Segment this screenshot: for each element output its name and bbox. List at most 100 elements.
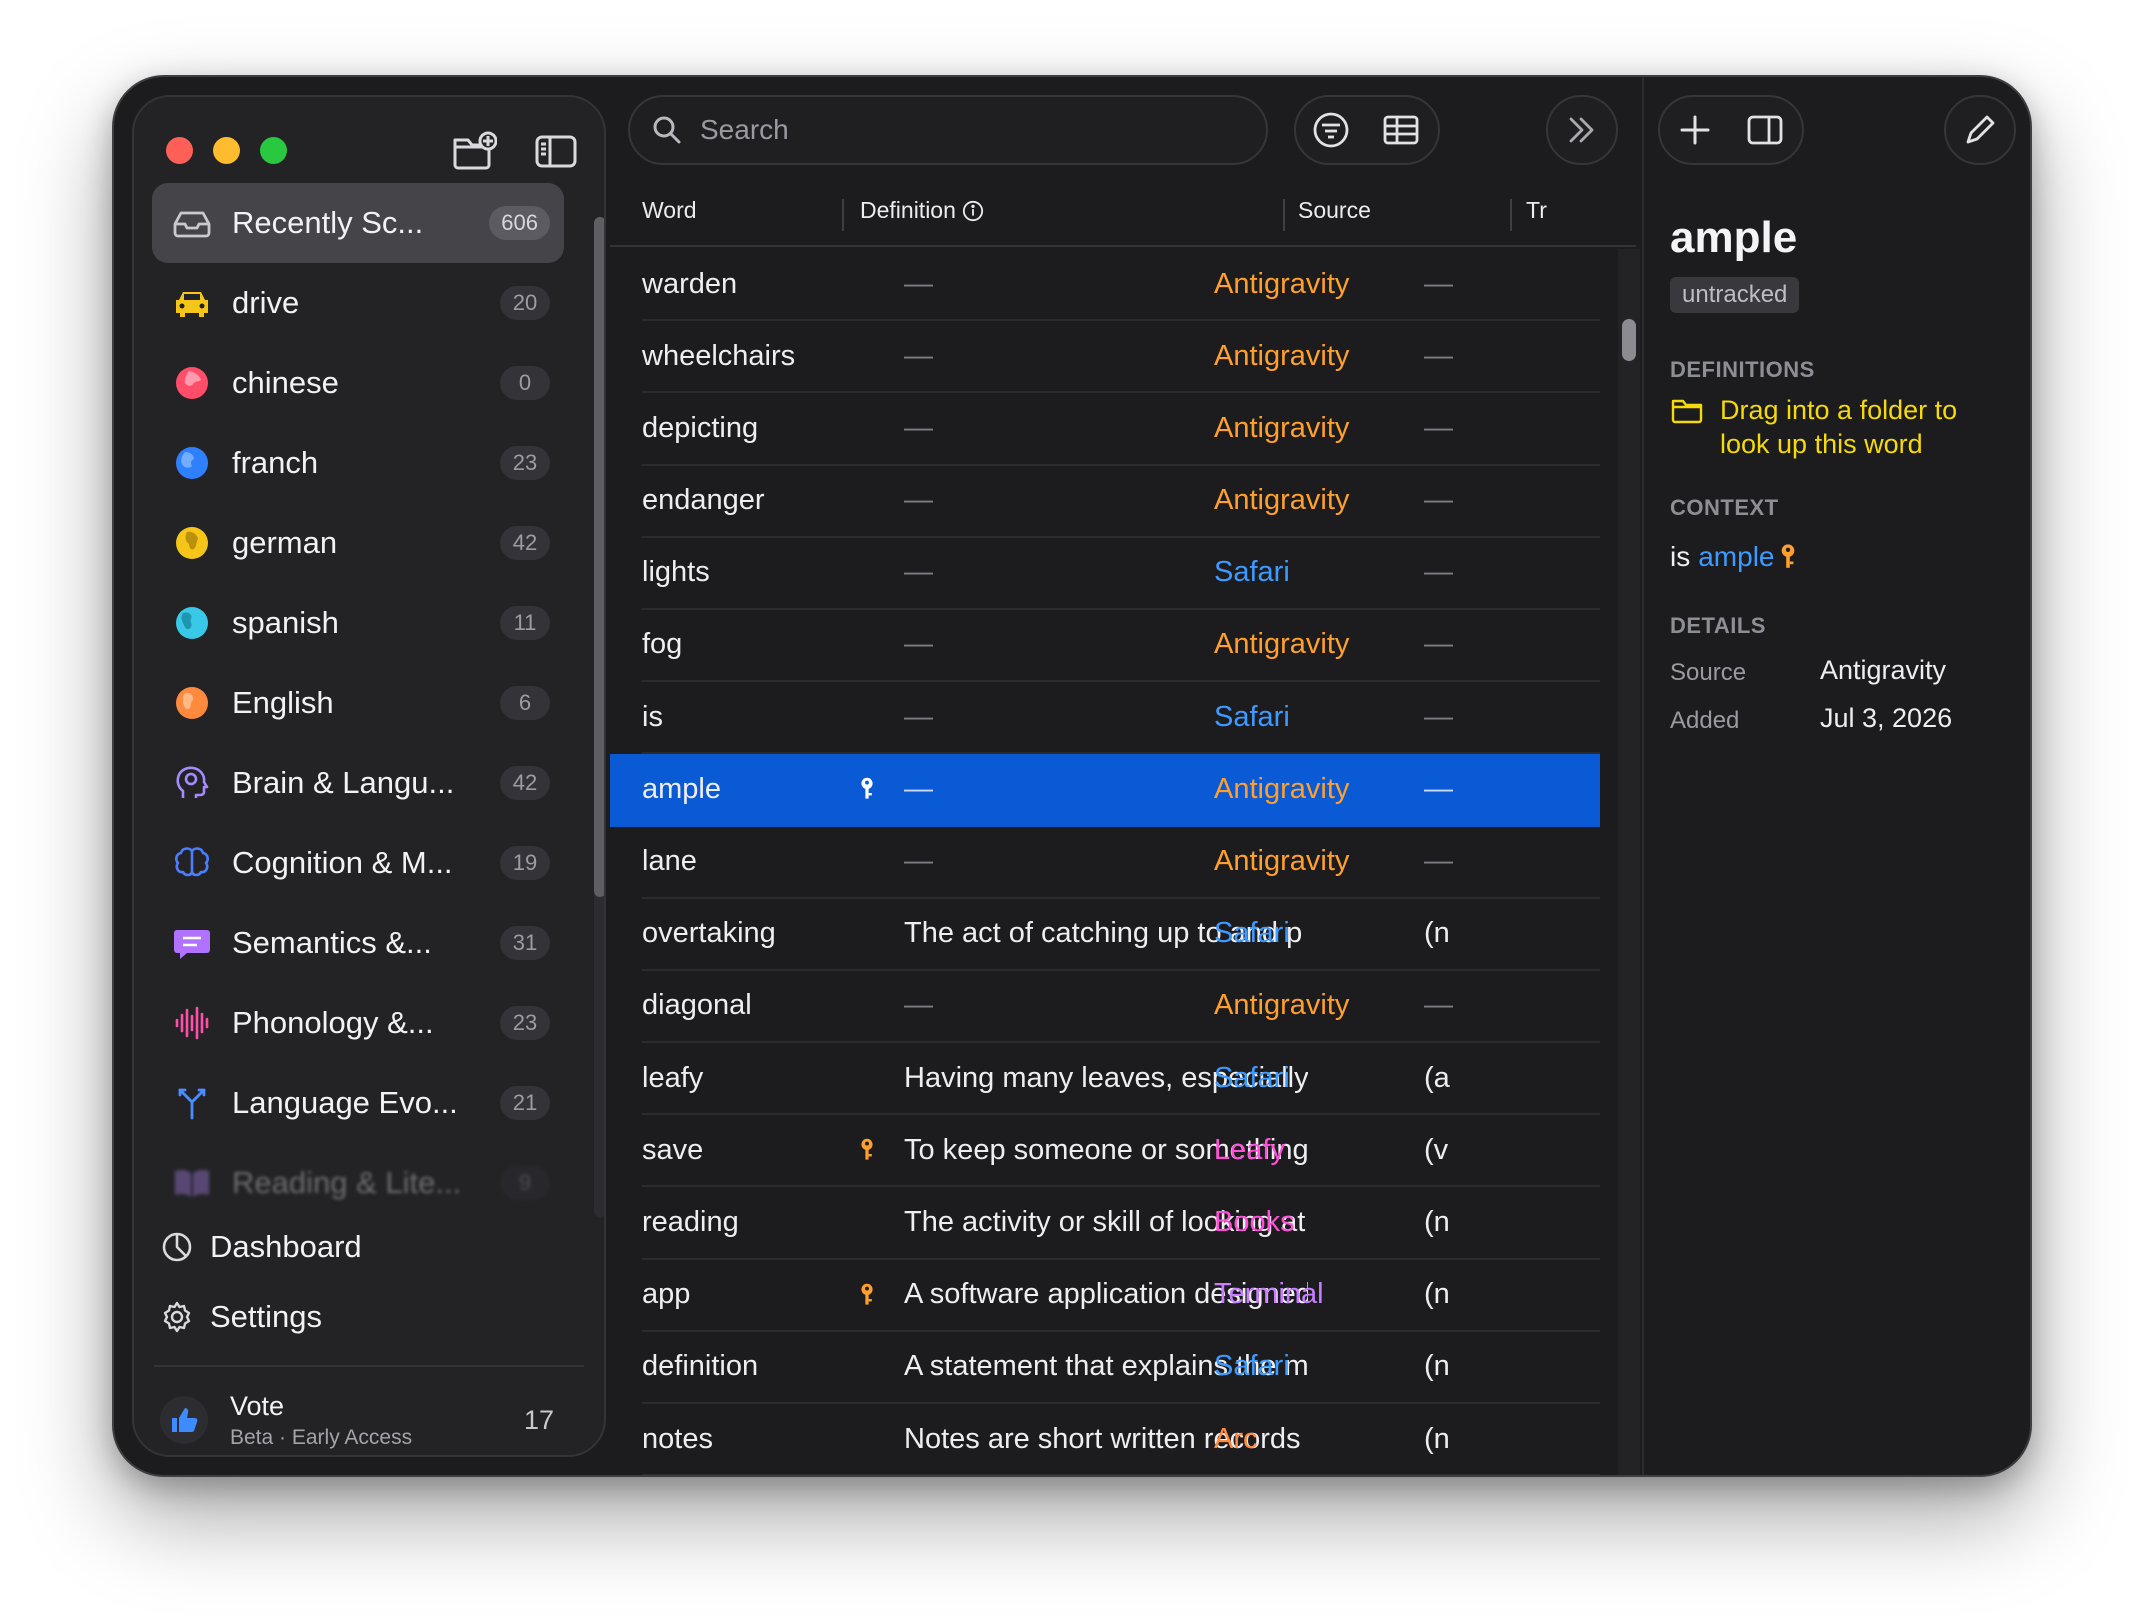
- sidebar-folder-list: Recently Sc... 606 drive 20 chinese 0 fr…: [152, 183, 564, 1223]
- table-row[interactable]: endanger — Antigravity —: [642, 466, 1600, 538]
- globe-americas-icon: [170, 601, 214, 645]
- sidebar-item-recently-scanned[interactable]: Recently Sc... 606: [152, 183, 564, 263]
- table-row[interactable]: ample — Antigravity —: [610, 754, 1600, 827]
- sidebar-item-count: 21: [500, 1086, 550, 1120]
- table-row[interactable]: fog — Antigravity —: [642, 610, 1600, 683]
- sidebar-item-label: german: [232, 525, 338, 560]
- sidebar-icon: [535, 135, 577, 168]
- sidebar-item-drive[interactable]: drive 20: [152, 263, 564, 343]
- word-cell: is: [642, 700, 663, 733]
- column-divider[interactable]: [1510, 199, 1512, 231]
- edit-button[interactable]: [1946, 97, 2014, 163]
- table-row[interactable]: warden — Antigravity —: [642, 249, 1600, 322]
- sidebar-item-brain-language[interactable]: Brain & Langu... 42: [152, 743, 564, 823]
- word-cell: leafy: [642, 1061, 704, 1094]
- table-row[interactable]: notes Notes are short written records Arc(…: [642, 1404, 1600, 1475]
- sidebar-item-spanish[interactable]: spanish 11: [152, 583, 564, 663]
- key-cell: [852, 1260, 882, 1330]
- table-row[interactable]: reading The activity or skill of looking …: [642, 1187, 1600, 1260]
- filter-button[interactable]: [1296, 97, 1366, 163]
- minimize-window-button[interactable]: [213, 137, 240, 164]
- source-cell: Antigravity: [1214, 845, 1350, 877]
- sidebar-item-label: franch: [232, 445, 319, 480]
- column-divider[interactable]: [842, 199, 844, 231]
- car-icon: [170, 281, 214, 325]
- table-row[interactable]: diagonal — Antigravity —: [642, 971, 1600, 1044]
- filter-icon: [1313, 112, 1349, 148]
- dashboard-label: Dashboard: [210, 1229, 362, 1264]
- sidebar-item-label: Language Evo...: [232, 1085, 458, 1120]
- table-row[interactable]: overtaking The act of catching up to and …: [642, 899, 1600, 971]
- sidebar-item-language-evolution[interactable]: Language Evo... 21: [152, 1063, 564, 1143]
- table-row[interactable]: app A software application designed Termin…: [642, 1260, 1600, 1332]
- sidebar-scrollbar[interactable]: [594, 217, 604, 897]
- search-field[interactable]: [628, 95, 1268, 165]
- table-scrollbar-track[interactable]: [1618, 249, 1640, 1475]
- key-cell: [852, 754, 882, 824]
- word-cell: diagonal: [642, 989, 752, 1022]
- table-row[interactable]: lane — Antigravity —: [642, 827, 1600, 899]
- table-row[interactable]: is — Safari —: [642, 682, 1600, 755]
- table-row[interactable]: lights — Safari —: [642, 538, 1600, 610]
- expand-inspector-button[interactable]: [1548, 97, 1616, 163]
- zoom-window-button[interactable]: [260, 137, 287, 164]
- sidebar-item-reading-literature[interactable]: Reading & Lite... 9: [152, 1143, 564, 1223]
- translation-cell: (v: [1424, 1133, 1449, 1166]
- word-cell: save: [642, 1133, 704, 1166]
- column-header-source[interactable]: Source: [1298, 197, 1371, 224]
- table-scrollbar-thumb[interactable]: [1622, 319, 1636, 361]
- add-word-button[interactable]: [1660, 97, 1730, 163]
- table-row[interactable]: depicting — Antigravity —: [642, 393, 1600, 466]
- column-header-word[interactable]: Word: [642, 197, 697, 224]
- sidebar-item-phonology[interactable]: Phonology &... 23: [152, 983, 564, 1063]
- dashboard-button[interactable]: Dashboard: [160, 1216, 560, 1278]
- sidebar-item-franch[interactable]: franch 23: [152, 423, 564, 503]
- sidebar-item-cognition[interactable]: Cognition & M... 19: [152, 823, 564, 903]
- table-row[interactable]: save To keep someone or something Leafy (v: [642, 1115, 1600, 1188]
- source-cell: Antigravity: [1214, 628, 1350, 661]
- folder-plus-icon: [453, 131, 497, 170]
- table-row[interactable]: definition A statement that explains the …: [642, 1332, 1600, 1404]
- translation-cell: (n: [1424, 1278, 1450, 1311]
- column-header-definition[interactable]: Definition: [860, 197, 984, 224]
- inspector-toolbar-group: [1658, 95, 1804, 165]
- context-highlight-word[interactable]: ample: [1698, 541, 1774, 573]
- detail-row-source: Source Antigravity: [1670, 655, 2010, 687]
- toggle-inspector-button[interactable]: [1730, 97, 1800, 163]
- word-cell: notes: [642, 1422, 713, 1455]
- sidebar-item-count: 19: [500, 846, 550, 880]
- sidebar-item-german[interactable]: german 42: [152, 503, 564, 583]
- word-table: warden — Antigravity — wheelchairs — Antigravi…: [610, 249, 1600, 1475]
- vote-title: Vote: [230, 1390, 285, 1421]
- table-row[interactable]: wheelchairs — Antigravity —: [642, 321, 1600, 394]
- view-options-group: [1294, 95, 1440, 165]
- sidebar-item-label: Recently Sc...: [232, 205, 424, 240]
- table-row[interactable]: leafy Having many leaves, especially Safar…: [642, 1043, 1600, 1116]
- sidebar-item-count: 9: [500, 1166, 550, 1200]
- settings-button[interactable]: Settings: [160, 1286, 560, 1348]
- new-folder-button[interactable]: [448, 127, 500, 175]
- vote-button[interactable]: Vote Beta · Early Access 17: [160, 1385, 580, 1455]
- book-icon: [170, 1161, 214, 1205]
- search-input[interactable]: [700, 114, 1260, 146]
- vote-subtitle: Beta · Early Access: [230, 1425, 413, 1449]
- vote-count: 17: [523, 1404, 554, 1435]
- word-cell: reading: [642, 1205, 739, 1238]
- details-heading: DETAILS: [1670, 613, 1766, 638]
- sidebar-item-semantics[interactable]: Semantics &... 31: [152, 903, 564, 983]
- window-controls: [166, 137, 287, 164]
- pane-divider[interactable]: [1642, 77, 1644, 1475]
- translation-cell: (n: [1424, 1350, 1450, 1383]
- column-divider[interactable]: [1283, 199, 1285, 231]
- close-window-button[interactable]: [166, 137, 193, 164]
- word-cell: depicting: [642, 411, 759, 444]
- info-icon[interactable]: [962, 200, 984, 222]
- sidebar-item-chinese[interactable]: chinese 0: [152, 343, 564, 423]
- table-view-button[interactable]: [1366, 97, 1436, 163]
- word-cell: warden: [642, 267, 738, 300]
- sidebar-item-label: chinese: [232, 365, 339, 400]
- sidebar-item-english[interactable]: English 6: [152, 663, 564, 743]
- toggle-sidebar-button[interactable]: [530, 127, 582, 175]
- column-header-translation[interactable]: Tr: [1526, 197, 1556, 224]
- source-cell: Safari: [1214, 1061, 1290, 1094]
